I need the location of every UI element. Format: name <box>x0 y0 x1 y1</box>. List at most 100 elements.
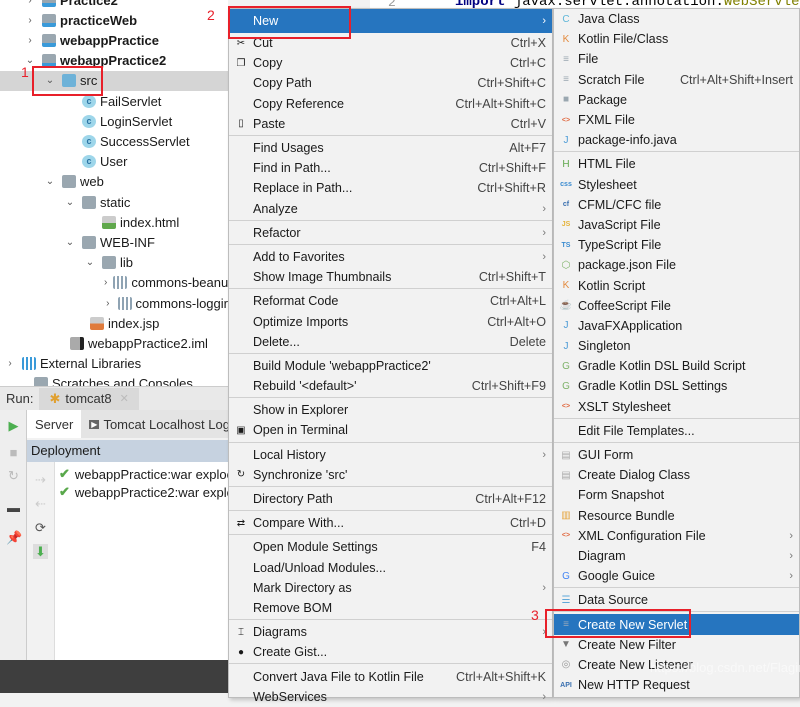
menu-item-convert-java-file-to-kotlin-file[interactable]: Convert Java File to Kotlin File Ctrl+Alt… <box>229 666 552 686</box>
chevron-icon[interactable]: › <box>24 35 36 46</box>
menu-item-fxml-file[interactable]: <> FXML File <box>554 110 799 130</box>
menu-item-paste[interactable]: ▯ Paste Ctrl+V <box>229 114 552 134</box>
menu-item-edit-file-templates[interactable]: Edit File Templates... <box>554 421 799 441</box>
tree-item-lib[interactable]: ⌄ lib <box>0 253 228 273</box>
chevron-icon[interactable]: ⌄ <box>44 176 56 187</box>
menu-item-new-http-request[interactable]: API New HTTP Request <box>554 675 799 695</box>
menu-item-analyze[interactable]: Analyze › <box>229 199 552 219</box>
menu-item-mark-directory-as[interactable]: Mark Directory as › <box>229 578 552 598</box>
update-icon[interactable]: ⬇ <box>33 544 48 559</box>
tab-tomcat-localhost-log[interactable]: ▶ Tomcat Localhost Log <box>81 410 238 438</box>
chevron-icon[interactable]: › <box>104 277 107 288</box>
menu-item-cfml-cfc-file[interactable]: cf CFML/CFC file <box>554 195 799 215</box>
menu-item-resource-bundle[interactable]: ▥ Resource Bundle <box>554 506 799 526</box>
menu-item-synchronize-src[interactable]: ↻ Synchronize 'src' <box>229 465 552 485</box>
menu-item-create-gist[interactable]: ● Create Gist... <box>229 642 552 662</box>
menu-item-html-file[interactable]: H HTML File <box>554 154 799 174</box>
menu-item-gradle-kotlin-dsl-build-script[interactable]: G Gradle Kotlin DSL Build Script <box>554 356 799 376</box>
chevron-icon[interactable]: › <box>4 358 16 369</box>
tab-server[interactable]: Server <box>27 410 82 438</box>
menu-item-javafxapplication[interactable]: J JavaFXApplication <box>554 316 799 336</box>
menu-item-diagrams[interactable]: ⌶ Diagrams › <box>229 622 552 642</box>
menu-item-find-in-path[interactable]: Find in Path... Ctrl+Shift+F <box>229 158 552 178</box>
chevron-icon[interactable]: ⌄ <box>64 197 76 208</box>
deployment-item[interactable]: ✔ webappPractice:war exploc <box>59 466 233 482</box>
menu-item-typescript-file[interactable]: TS TypeScript File <box>554 235 799 255</box>
menu-item-scratch-file[interactable]: ≡ Scratch File Ctrl+Alt+Shift+Insert <box>554 70 799 90</box>
project-tree[interactable]: › Practice2 › practiceWeb › webappPractice ⌄ we… <box>0 0 228 386</box>
run-tab-tomcat8[interactable]: ✱ tomcat8 ✕ <box>39 387 139 410</box>
menu-item-kotlin-script[interactable]: K Kotlin Script <box>554 275 799 295</box>
menu-item-gui-form[interactable]: ▤ GUI Form <box>554 445 799 465</box>
chevron-icon[interactable]: › <box>104 298 112 309</box>
menu-item-webservices[interactable]: WebServices › <box>229 687 552 707</box>
tree-item-user[interactable]: c User <box>0 152 228 172</box>
menu-item-java-class[interactable]: C Java Class <box>554 9 799 29</box>
menu-item-refactor[interactable]: Refactor › <box>229 223 552 243</box>
menu-item-local-history[interactable]: Local History › <box>229 445 552 465</box>
tree-item-commons-beanu[interactable]: › commons-beanu <box>0 273 228 293</box>
chevron-icon[interactable]: ⌄ <box>84 257 96 268</box>
layout-icon[interactable]: ▬ <box>6 500 21 515</box>
menu-item-package-info-java[interactable]: Jpackage-info.java <box>554 130 799 150</box>
menu-item-singleton[interactable]: J Singleton <box>554 336 799 356</box>
menu-item-diagram[interactable]: Diagram › <box>554 546 799 566</box>
menu-item-copy-reference[interactable]: Copy Reference Ctrl+Alt+Shift+C <box>229 94 552 114</box>
menu-item-reformat-code[interactable]: Reformat Code Ctrl+Alt+L <box>229 291 552 311</box>
menu-item-coffeescript-file[interactable]: ☕ CoffeeScript File <box>554 296 799 316</box>
menu-item-form-snapshot[interactable]: Form Snapshot <box>554 485 799 505</box>
tree-item-practice2[interactable]: › Practice2 <box>0 0 228 10</box>
menu-item-show-in-explorer[interactable]: Show in Explorer <box>229 400 552 420</box>
tree-item-loginservlet[interactable]: c LoginServlet <box>0 111 228 131</box>
tree-item-web-inf[interactable]: ⌄ WEB-INF <box>0 232 228 252</box>
menu-item-copy-path[interactable]: Copy Path Ctrl+Shift+C <box>229 73 552 93</box>
menu-item-xslt-stylesheet[interactable]: <> XSLT Stylesheet <box>554 397 799 417</box>
undeploy-icon[interactable]: ⇠ <box>33 496 48 511</box>
tree-item-webapppractice[interactable]: › webappPractice <box>0 30 228 50</box>
menu-item-javascript-file[interactable]: JS JavaScript File <box>554 215 799 235</box>
menu-item-gradle-kotlin-dsl-settings[interactable]: G Gradle Kotlin DSL Settings <box>554 376 799 396</box>
rerun-icon[interactable]: ↻ <box>6 468 21 483</box>
close-icon[interactable]: ✕ <box>120 392 129 405</box>
chevron-icon[interactable]: › <box>24 15 36 26</box>
tree-item-external-libraries[interactable]: › External Libraries <box>0 354 228 374</box>
tree-item-index-jsp[interactable]: index.jsp <box>0 313 228 333</box>
menu-item-find-usages[interactable]: Find Usages Alt+F7 <box>229 138 552 158</box>
stop-icon[interactable]: ■ <box>6 445 21 460</box>
menu-item-optimize-imports[interactable]: Optimize Imports Ctrl+Alt+O <box>229 311 552 331</box>
menu-item-kotlin-file-class[interactable]: K Kotlin File/Class <box>554 29 799 49</box>
tree-item-web[interactable]: ⌄ web <box>0 172 228 192</box>
menu-item-create-new-listener[interactable]: ◎ Create New Listener <box>554 655 799 675</box>
menu-item-package[interactable]: ■ Package <box>554 90 799 110</box>
menu-item-file[interactable]: ≡ File <box>554 49 799 69</box>
deploy-icon[interactable]: ⇢ <box>33 472 48 487</box>
menu-item-remove-bom[interactable]: Remove BOM <box>229 598 552 618</box>
tree-item-webapppractice2-iml[interactable]: webappPractice2.iml <box>0 333 228 353</box>
pin-icon[interactable]: 📌 <box>6 530 22 545</box>
tree-item-successservlet[interactable]: c SuccessServlet <box>0 131 228 151</box>
menu-item-copy[interactable]: ❐ Copy Ctrl+C <box>229 53 552 73</box>
menu-item-open-module-settings[interactable]: Open Module Settings F4 <box>229 537 552 557</box>
run-icon[interactable]: ▶ <box>6 418 21 433</box>
tree-item-index-html[interactable]: index.html <box>0 212 228 232</box>
menu-item-package-json-file[interactable]: ⬡ package.json File <box>554 255 799 275</box>
menu-item-create-dialog-class[interactable]: ▤ Create Dialog Class <box>554 465 799 485</box>
menu-item-rebuild-default[interactable]: Rebuild '<default>' Ctrl+Shift+F9 <box>229 376 552 396</box>
menu-item-google-guice[interactable]: G Google Guice › <box>554 566 799 586</box>
menu-item-compare-with[interactable]: ⇄ Compare With... Ctrl+D <box>229 513 552 533</box>
tree-item-scratches-and-consoles[interactable]: Scratches and Consoles <box>0 374 228 386</box>
menu-item-show-image-thumbnails[interactable]: Show Image Thumbnails Ctrl+Shift+T <box>229 267 552 287</box>
tree-item-practiceweb[interactable]: › practiceWeb <box>0 10 228 30</box>
refresh-icon[interactable]: ⟳ <box>33 520 48 535</box>
menu-item-directory-path[interactable]: Directory Path Ctrl+Alt+F12 <box>229 489 552 509</box>
menu-item-add-to-favorites[interactable]: Add to Favorites › <box>229 247 552 267</box>
menu-item-stylesheet[interactable]: css Stylesheet <box>554 175 799 195</box>
chevron-icon[interactable]: ⌄ <box>64 237 76 248</box>
menu-item-replace-in-path[interactable]: Replace in Path... Ctrl+Shift+R <box>229 178 552 198</box>
menu-item-data-source[interactable]: ☰ Data Source <box>554 590 799 610</box>
menu-item-build-module-webapppractice2[interactable]: Build Module 'webappPractice2' <box>229 356 552 376</box>
menu-item-load-unload-modules[interactable]: Load/Unload Modules... <box>229 558 552 578</box>
menu-item-delete[interactable]: Delete... Delete <box>229 332 552 352</box>
menu-item-open-in-terminal[interactable]: ▣ Open in Terminal <box>229 420 552 440</box>
menu-item-xml-configuration-file[interactable]: <> XML Configuration File › <box>554 526 799 546</box>
